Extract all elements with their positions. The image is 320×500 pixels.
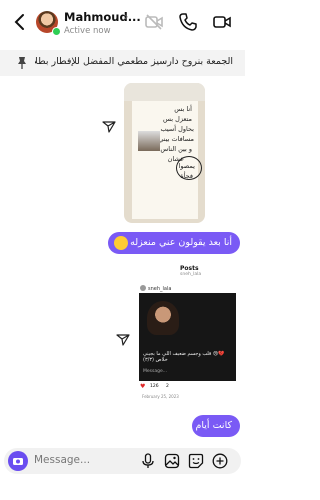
gallery-icon[interactable] <box>164 453 180 469</box>
person-figure <box>147 301 179 335</box>
active-status: Active now <box>64 26 111 36</box>
post-image: 💔😢 قلب وجسم ضعيف اللي ما بجيني خلاص (٣/٣… <box>139 293 236 381</box>
share-icon[interactable] <box>102 120 116 134</box>
video-icon[interactable] <box>212 12 232 32</box>
emoji-icon <box>114 236 128 250</box>
post-message-label: Message... <box>143 369 168 374</box>
camera-button[interactable] <box>8 451 28 471</box>
message-text: كانت أيام <box>195 420 232 431</box>
shared-post[interactable]: Posts sneh_lala sneh_lala 💔😢 قلب وجسم ضع… <box>136 263 240 411</box>
image-text-line: بحاول أسيب <box>160 125 194 133</box>
pinned-message-bar[interactable]: الجمعة بنروح دارسيز مطعمي المفضل للإفطار… <box>0 50 245 76</box>
post-caption: 💔😢 قلب وجسم ضعيف اللي ما بجيني خلاص (٣/٣… <box>143 351 225 363</box>
message-input[interactable]: Message... <box>34 454 90 466</box>
contact-name[interactable]: Mahmoud... <box>64 10 141 24</box>
shared-image[interactable]: أنا بس متعزل بس بحاول أسيب مسافات بيني و… <box>124 83 205 223</box>
post-header-title: Posts <box>180 265 199 272</box>
like-count: 126 <box>150 384 159 389</box>
comment-count: 2 <box>166 384 169 389</box>
sticker-icon[interactable] <box>188 453 204 469</box>
outgoing-message[interactable]: أنا بعد يقولون عني منعزله <box>108 232 240 254</box>
add-icon[interactable] <box>212 453 228 469</box>
message-composer: Message... <box>4 448 241 474</box>
image-text-line: فجأة <box>180 172 193 180</box>
pin-icon <box>18 57 26 69</box>
post-header-subtitle: sneh_lala <box>180 272 202 277</box>
back-arrow-icon[interactable] <box>11 12 29 32</box>
phone-icon[interactable] <box>178 12 198 32</box>
post-user-avatar <box>140 285 146 291</box>
camera-icon <box>13 458 23 465</box>
post-header: Posts sneh_lala <box>136 263 240 281</box>
heart-icon: ♥ <box>140 383 146 390</box>
image-text-line: متعزل بس <box>162 115 192 123</box>
microphone-icon[interactable] <box>140 453 156 469</box>
post-date: February 25, 2023 <box>142 394 179 399</box>
image-text-line: يمصوا <box>178 162 195 170</box>
image-text-line: و بين الناس <box>160 145 192 153</box>
image-text-line: مسافات بيني <box>158 135 194 143</box>
image-text-line: أنا بس <box>174 105 192 113</box>
video-off-icon[interactable] <box>144 12 164 32</box>
chat-header: Mahmoud... › Active now <box>0 0 245 44</box>
pinned-message-text: الجمعة بنروح دارسيز مطعمي المفضل للإفطار… <box>35 56 233 67</box>
post-username: sneh_lala <box>148 286 172 292</box>
message-text: أنا بعد يقولون عني منعزله <box>130 237 232 248</box>
outgoing-message[interactable]: كانت أيام <box>192 415 240 437</box>
person-photo <box>138 131 160 151</box>
online-indicator <box>52 27 61 36</box>
share-icon[interactable] <box>116 333 130 347</box>
chevron-right-icon[interactable]: › <box>124 10 128 23</box>
